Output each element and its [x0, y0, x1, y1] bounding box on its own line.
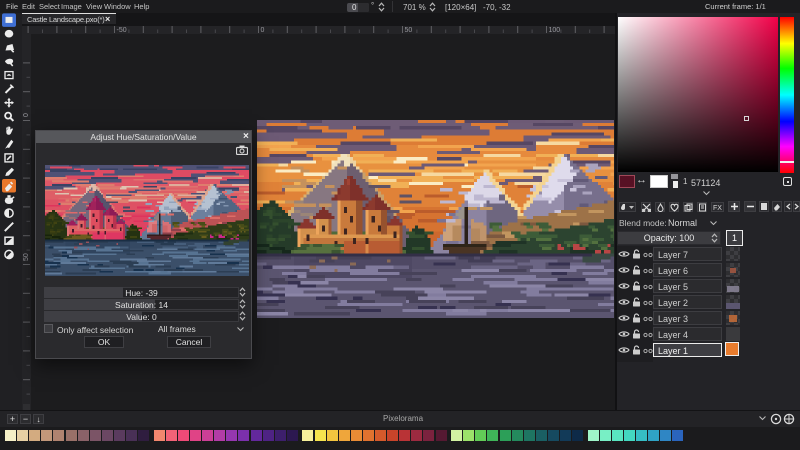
svg-text:100: 100 — [549, 27, 561, 34]
svg-text:-50: -50 — [117, 27, 127, 34]
svg-text:0: 0 — [261, 27, 265, 34]
svg-text:0: 0 — [23, 113, 30, 117]
svg-text:50: 50 — [405, 27, 413, 34]
svg-text:50: 50 — [23, 253, 30, 261]
